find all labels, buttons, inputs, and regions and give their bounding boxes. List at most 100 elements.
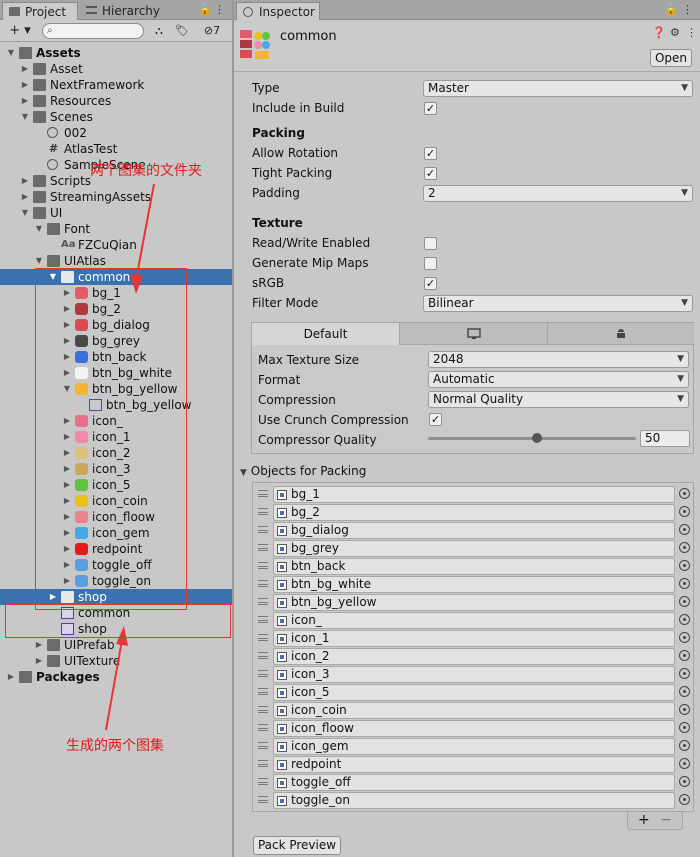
tree-item[interactable]: ▶ UIPrefab — [0, 637, 232, 653]
search-input[interactable]: ⌕ — [42, 23, 144, 39]
collapsed-arrow-icon[interactable]: ▶ — [34, 637, 44, 653]
object-field[interactable]: btn_back — [273, 558, 675, 575]
collapsed-arrow-icon[interactable]: ▶ — [34, 653, 44, 669]
tab-project[interactable]: Project — [2, 2, 78, 20]
format-dropdown[interactable]: Automatic ▼ — [428, 371, 689, 388]
object-picker-icon[interactable] — [679, 686, 690, 697]
tree-item[interactable]: ▼ UI — [0, 205, 232, 221]
drag-handle-icon[interactable] — [258, 670, 268, 677]
drag-handle-icon[interactable] — [258, 490, 268, 497]
object-field[interactable]: bg_1 — [273, 486, 675, 503]
drag-handle-icon[interactable] — [258, 544, 268, 551]
collapsed-arrow-icon[interactable]: ▶ — [20, 173, 30, 189]
tree-item[interactable]: ▼ Font — [0, 221, 232, 237]
object-picker-icon[interactable] — [679, 758, 690, 769]
tree-item[interactable]: ▼ UIAtlas — [0, 253, 232, 269]
object-field[interactable]: toggle_on — [273, 792, 675, 809]
object-field[interactable]: bg_2 — [273, 504, 675, 521]
filter-mode-dropdown[interactable]: Bilinear ▼ — [423, 295, 693, 312]
tree-item[interactable]: ▶ UITexture — [0, 653, 232, 669]
object-picker-icon[interactable] — [679, 524, 690, 535]
object-field[interactable]: btn_bg_yellow — [273, 594, 675, 611]
tree-item[interactable]: ▼ Assets — [0, 45, 232, 61]
collapsed-arrow-icon[interactable]: ▶ — [20, 189, 30, 205]
object-field[interactable]: icon_3 — [273, 666, 675, 683]
collapsed-arrow-icon[interactable]: ▶ — [20, 93, 30, 109]
object-picker-icon[interactable] — [679, 560, 690, 571]
drag-handle-icon[interactable] — [258, 706, 268, 713]
tab-standalone[interactable] — [400, 323, 548, 345]
more-menu-icon[interactable]: ⋮ — [214, 3, 225, 16]
tree-item[interactable]: ▶ Asset — [0, 61, 232, 77]
expanded-arrow-icon[interactable]: ▼ — [20, 205, 30, 221]
object-picker-icon[interactable] — [679, 740, 690, 751]
tree-item[interactable]: Aa FZCuQian — [0, 237, 232, 253]
expanded-arrow-icon[interactable]: ▼ — [20, 109, 30, 125]
label-filter-icon[interactable]: 🏷 — [174, 22, 190, 40]
help-icon[interactable]: ❓ — [652, 26, 666, 39]
object-field[interactable]: icon_gem — [273, 738, 675, 755]
open-button[interactable]: Open — [650, 49, 692, 67]
hidden-packages-toggle[interactable]: ⊘7 — [198, 22, 226, 40]
tab-hierarchy[interactable]: Hierarchy — [80, 2, 180, 20]
tab-default[interactable]: Default — [252, 323, 400, 345]
add-item-button[interactable]: + — [638, 812, 650, 828]
object-field[interactable]: btn_bg_white — [273, 576, 675, 593]
collapsed-arrow-icon[interactable]: ▶ — [20, 77, 30, 93]
object-field[interactable]: icon_coin — [273, 702, 675, 719]
expanded-arrow-icon[interactable]: ▼ — [34, 221, 44, 237]
tight-packing-checkbox[interactable]: ✓ — [424, 167, 437, 180]
tree-item[interactable]: ▶ Resources — [0, 93, 232, 109]
object-picker-icon[interactable] — [679, 578, 690, 589]
object-picker-icon[interactable] — [679, 614, 690, 625]
mipmaps-checkbox[interactable] — [424, 257, 437, 270]
tree-item[interactable]: ▶ NextFramework — [0, 77, 232, 93]
tree-item[interactable]: ▶ StreamingAssets — [0, 189, 232, 205]
drag-handle-icon[interactable] — [258, 742, 268, 749]
object-field[interactable]: icon_1 — [273, 630, 675, 647]
drag-handle-icon[interactable] — [258, 778, 268, 785]
quality-value-field[interactable]: 50 — [640, 430, 690, 447]
object-field[interactable]: redpoint — [273, 756, 675, 773]
tab-android[interactable] — [548, 323, 694, 345]
object-field[interactable]: icon_5 — [273, 684, 675, 701]
preset-icon[interactable]: ⚙ — [670, 26, 680, 39]
drag-handle-icon[interactable] — [258, 652, 268, 659]
object-field[interactable]: bg_grey — [273, 540, 675, 557]
quality-slider-handle[interactable] — [531, 433, 542, 443]
object-picker-icon[interactable] — [679, 794, 690, 805]
object-field[interactable]: toggle_off — [273, 774, 675, 791]
object-picker-icon[interactable] — [679, 488, 690, 499]
lock-icon[interactable]: 🔒 — [198, 3, 212, 16]
drag-handle-icon[interactable] — [258, 598, 268, 605]
expanded-arrow-icon[interactable]: ▼ — [6, 45, 16, 61]
objects-for-packing-foldout[interactable]: ▼ Objects for Packing — [240, 462, 366, 480]
tree-item[interactable]: ▶ Packages — [0, 669, 232, 685]
drag-handle-icon[interactable] — [258, 724, 268, 731]
object-picker-icon[interactable] — [679, 542, 690, 553]
tree-item[interactable]: # AtlasTest — [0, 141, 232, 157]
tree-item[interactable]: 002 — [0, 125, 232, 141]
padding-dropdown[interactable]: 2 ▼ — [423, 185, 693, 202]
drag-handle-icon[interactable] — [258, 580, 268, 587]
include-in-build-checkbox[interactable]: ✓ — [424, 102, 437, 115]
collapsed-arrow-icon[interactable]: ▶ — [6, 669, 16, 685]
expanded-arrow-icon[interactable]: ▼ — [34, 253, 44, 269]
search-by-type-icon[interactable]: ⛬ — [150, 22, 168, 40]
drag-handle-icon[interactable] — [258, 760, 268, 767]
object-picker-icon[interactable] — [679, 596, 690, 607]
object-picker-icon[interactable] — [679, 506, 690, 517]
object-picker-icon[interactable] — [679, 722, 690, 733]
object-picker-icon[interactable] — [679, 650, 690, 661]
object-field[interactable]: icon_2 — [273, 648, 675, 665]
object-field[interactable]: icon_floow — [273, 720, 675, 737]
tab-inspector[interactable]: Inspector — [236, 2, 320, 20]
allow-rotation-checkbox[interactable]: ✓ — [424, 147, 437, 160]
drag-handle-icon[interactable] — [258, 562, 268, 569]
crunch-checkbox[interactable]: ✓ — [429, 413, 442, 426]
remove-item-button[interactable]: − — [660, 812, 672, 828]
more-menu-icon[interactable]: ⋮ — [682, 3, 693, 16]
drag-handle-icon[interactable] — [258, 508, 268, 515]
lock-icon[interactable]: 🔒 — [664, 3, 678, 16]
object-picker-icon[interactable] — [679, 776, 690, 787]
